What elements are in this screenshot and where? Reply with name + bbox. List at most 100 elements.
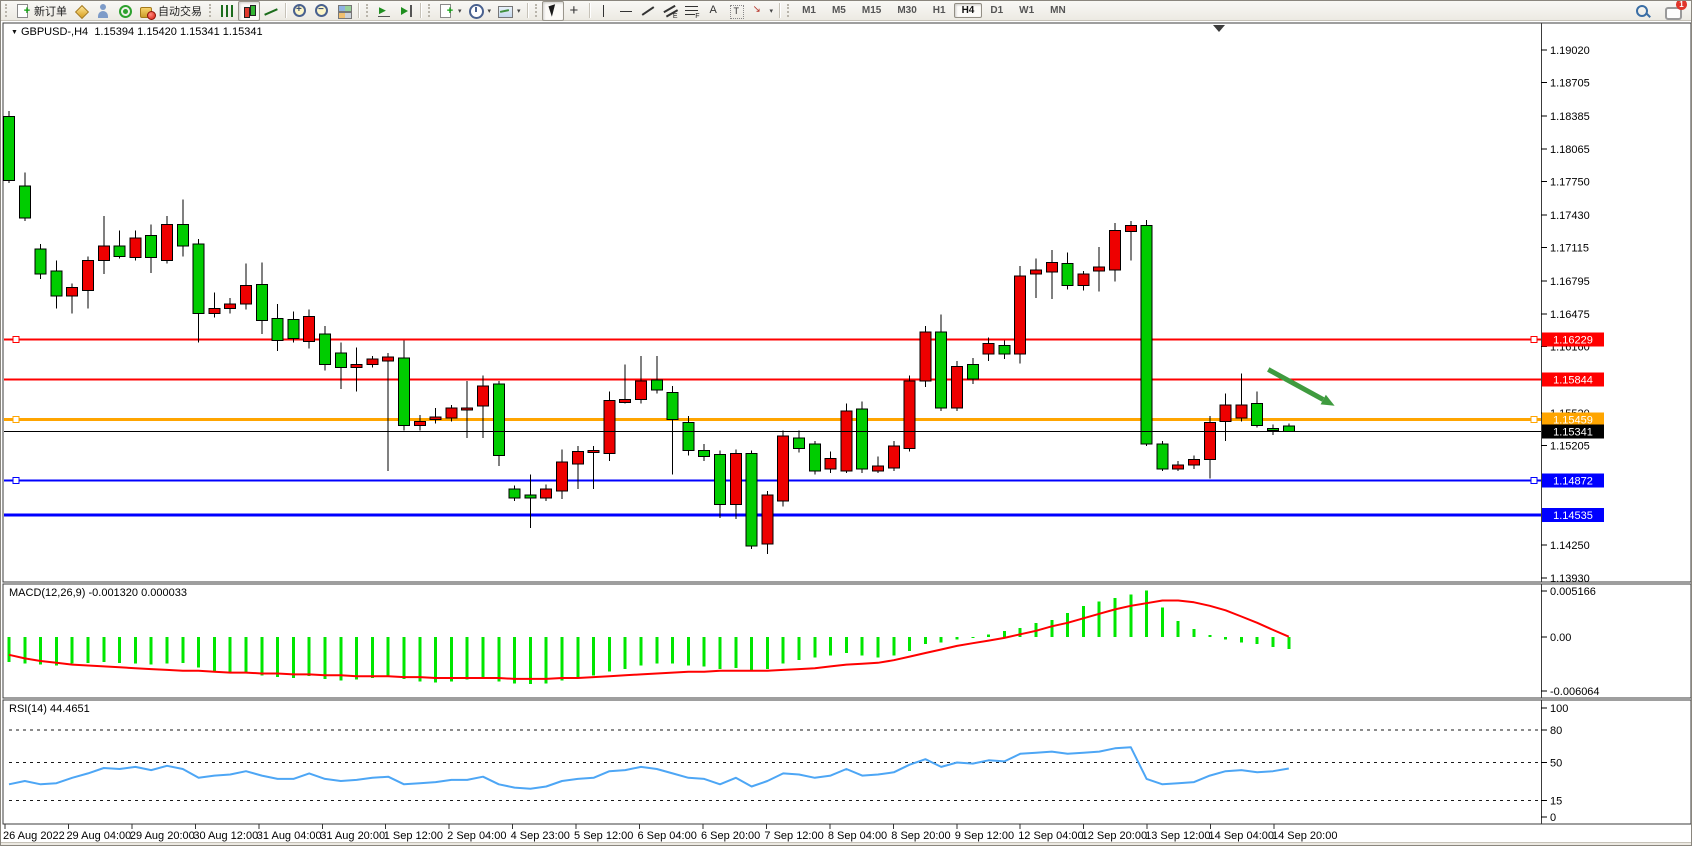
macd-indicator-label: MACD(12,26,9) -0.001320 0.000033 [9, 587, 187, 599]
candlestick [51, 271, 62, 296]
horizontal-line-tool-button[interactable] [615, 1, 637, 21]
line-endpoint-marker[interactable] [13, 477, 19, 483]
chevron-down-icon: ▾ [517, 7, 521, 15]
trend-arrow-annotation[interactable] [1268, 369, 1323, 399]
line-endpoint-marker[interactable] [1531, 477, 1537, 483]
toolbar-grip[interactable] [535, 4, 539, 17]
timeframe-m30[interactable]: M30 [889, 3, 924, 18]
timeframe-m1[interactable]: M1 [794, 3, 824, 18]
trendline-tool-button[interactable] [637, 1, 659, 21]
text-label-tool-button[interactable] [725, 1, 747, 21]
search-button[interactable] [1631, 1, 1653, 21]
candlestick [952, 366, 963, 407]
crosshair-tool-button[interactable] [564, 1, 586, 21]
accounts-button[interactable] [92, 1, 114, 21]
candlestick [841, 411, 852, 471]
new-order-button[interactable]: 新订单 [12, 1, 70, 21]
timeframe-mn[interactable]: MN [1042, 3, 1074, 18]
candlestick [746, 454, 757, 546]
fibonacci-tool-button[interactable] [681, 1, 703, 21]
price-tick-label: 1.17750 [1550, 177, 1590, 189]
chart-shift-marker[interactable] [1213, 25, 1225, 32]
new-chart-button[interactable]: ▾ [435, 1, 465, 21]
time-label: 26 Aug 2022 [3, 830, 65, 842]
price-tick-label: 1.15205 [1550, 441, 1590, 453]
candlestick [256, 284, 267, 320]
clock-icon [468, 3, 484, 19]
timeframe-m5[interactable]: M5 [824, 3, 854, 18]
price-tick-label: 1.18705 [1550, 78, 1590, 90]
time-label: 1 Sep 12:00 [384, 830, 443, 842]
toolbar-grip[interactable] [366, 4, 370, 17]
time-label: 29 Aug 04:00 [66, 830, 131, 842]
timeframe-h1[interactable]: H1 [925, 3, 954, 18]
candlestick [999, 346, 1010, 354]
new-chart-icon [438, 3, 454, 19]
diamond-icon [73, 3, 89, 19]
candlestick [462, 408, 473, 410]
time-label: 5 Sep 12:00 [574, 830, 633, 842]
channel-tool-button[interactable] [659, 1, 681, 21]
arrows-tool-button[interactable]: ▾ [747, 1, 777, 21]
candlestick [1236, 405, 1247, 418]
timeframe-m15[interactable]: M15 [854, 3, 889, 18]
line-endpoint-marker[interactable] [13, 416, 19, 422]
candlestick [1046, 263, 1057, 272]
zoom-in-button[interactable] [289, 1, 311, 21]
text-label-icon [728, 3, 744, 19]
line-chart-button[interactable] [260, 1, 282, 21]
timeframe-d1[interactable]: D1 [982, 3, 1011, 18]
text-tool-button[interactable] [703, 1, 725, 21]
price-level-badge-label: 1.15844 [1553, 374, 1593, 386]
price-tick-label: 1.16795 [1550, 276, 1590, 288]
price-tick-label: 1.19020 [1550, 45, 1590, 57]
line-endpoint-marker[interactable] [1531, 416, 1537, 422]
line-endpoint-marker[interactable] [1531, 337, 1537, 343]
zoom-in-icon [292, 3, 308, 19]
price-level-badge-label: 1.15459 [1553, 414, 1593, 426]
candlestick-chart-button[interactable] [238, 1, 260, 21]
vertical-line-tool-button[interactable] [593, 1, 615, 21]
indicators-button[interactable] [70, 1, 92, 21]
tile-windows-button[interactable] [333, 1, 355, 21]
chart-dropdown-icon[interactable]: ▼ [11, 29, 18, 36]
candlestick [130, 238, 141, 258]
candlestick [1204, 422, 1215, 459]
rsi-name: RSI(14) [9, 703, 47, 715]
candlestick [667, 392, 678, 419]
toolbar-grip[interactable] [428, 4, 432, 17]
auto-scroll-button[interactable] [373, 1, 395, 21]
signals-button[interactable] [114, 1, 136, 21]
timeframe-h4[interactable]: H4 [954, 3, 983, 18]
candlestick [209, 308, 220, 313]
candlestick [288, 320, 299, 339]
line-endpoint-marker[interactable] [13, 337, 19, 343]
price-chart-canvas[interactable]: 1.190201.187051.183851.180651.177501.174… [1, 21, 1692, 846]
time-label: 13 Sep 12:00 [1145, 830, 1210, 842]
candlestick [730, 454, 741, 505]
candlestick [572, 451, 583, 463]
toolbar-grip[interactable] [787, 4, 791, 17]
notifications-button[interactable]: 1 [1661, 1, 1683, 21]
periods-button[interactable]: ▾ [465, 1, 495, 21]
candlestick [1062, 264, 1073, 286]
timeframe-w1[interactable]: W1 [1011, 3, 1042, 18]
tile-windows-icon [336, 3, 352, 19]
templates-button[interactable]: ▾ [494, 1, 524, 21]
candlestick [241, 285, 252, 304]
autotrading-button[interactable]: 自动交易 [136, 1, 205, 21]
time-label: 4 Sep 23:00 [511, 830, 570, 842]
toolbar-grip[interactable] [209, 4, 213, 17]
cursor-tool-button[interactable] [542, 1, 564, 21]
candlestick [478, 386, 489, 406]
toolbar-grip[interactable] [5, 4, 9, 17]
zoom-out-button[interactable] [311, 1, 333, 21]
person-icon [95, 3, 111, 19]
auto-scroll-icon [376, 3, 392, 19]
ohlc-high: 1.15420 [137, 26, 177, 38]
candlestick [1157, 444, 1168, 469]
chart-shift-button[interactable] [395, 1, 417, 21]
candlestick [414, 421, 425, 425]
bar-chart-button[interactable] [216, 1, 238, 21]
candlestick [920, 332, 931, 381]
